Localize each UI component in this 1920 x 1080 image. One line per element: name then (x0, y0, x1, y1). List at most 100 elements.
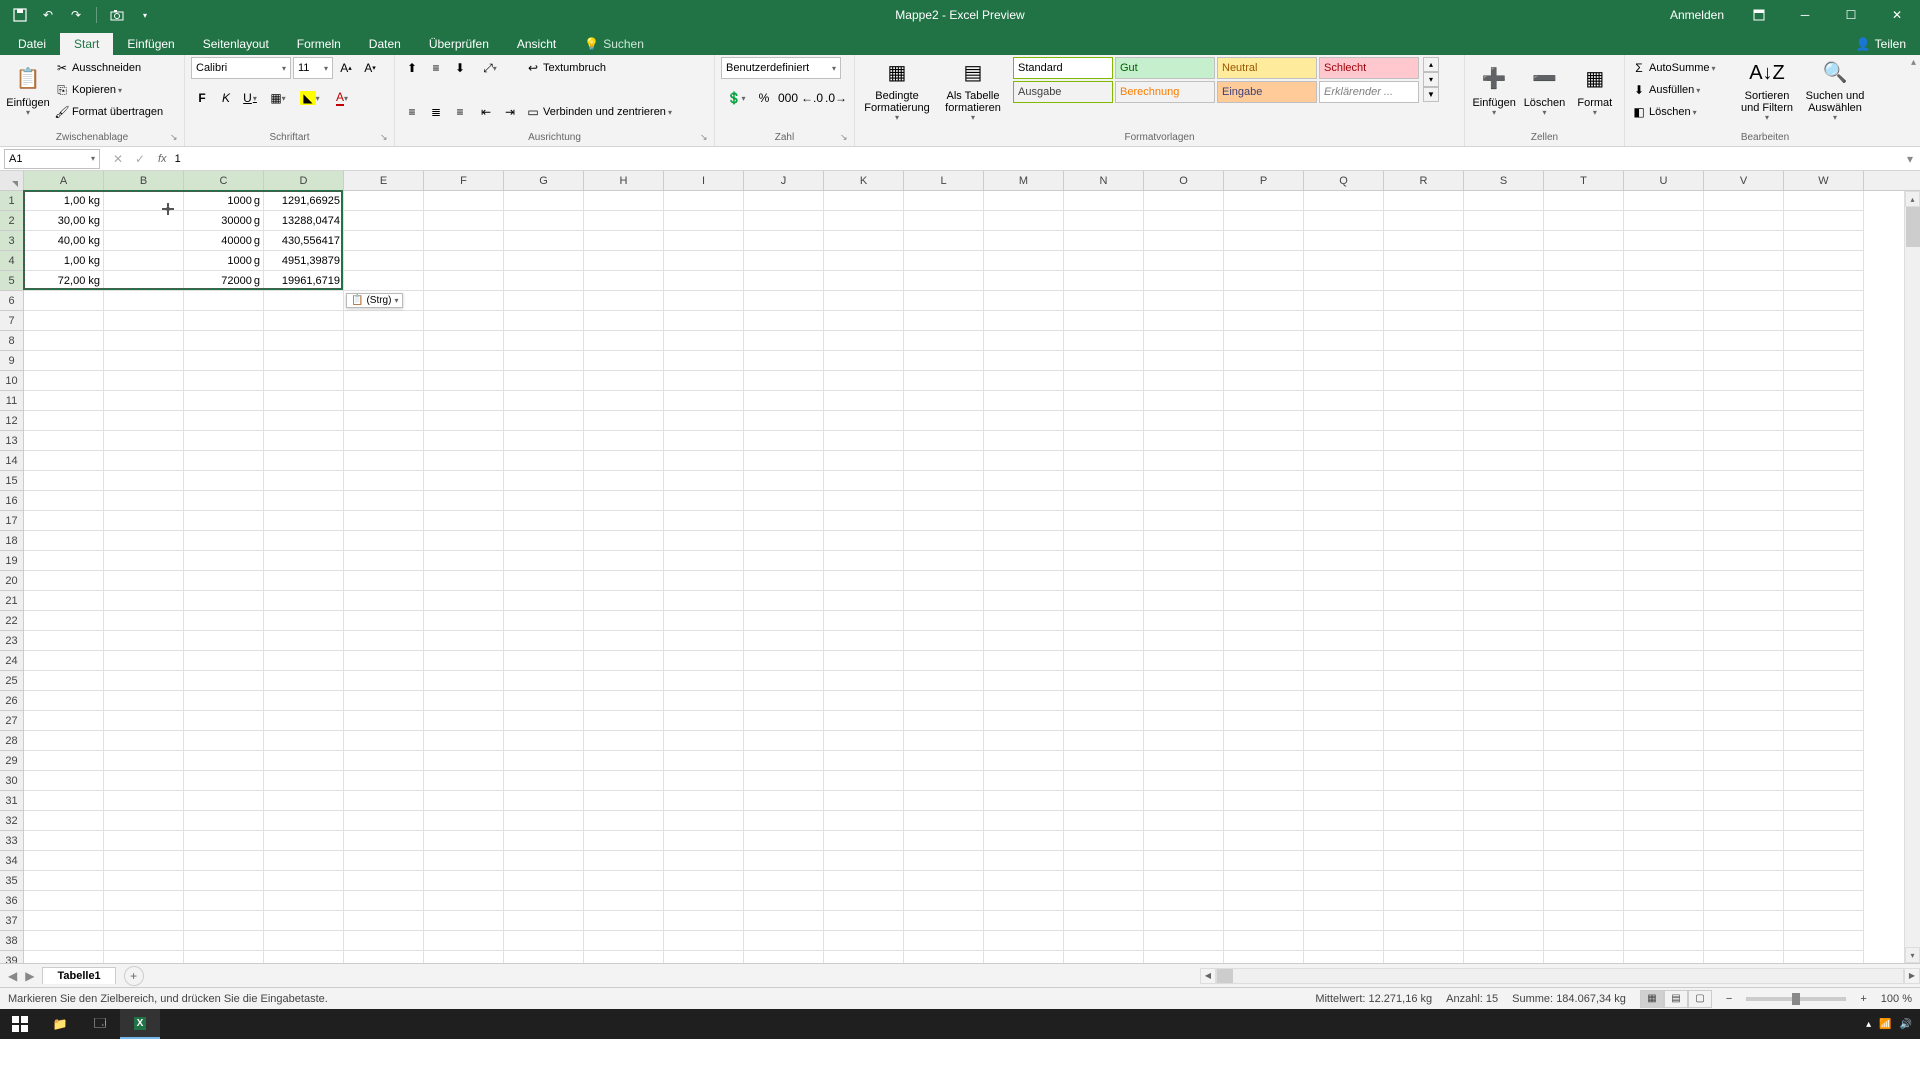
cell[interactable] (264, 651, 344, 671)
cell[interactable] (1704, 831, 1784, 851)
row-header[interactable]: 28 (0, 731, 23, 751)
tab-einfuegen[interactable]: Einfügen (113, 33, 188, 55)
cell[interactable] (664, 511, 744, 531)
cell[interactable] (664, 251, 744, 271)
cell[interactable] (1464, 331, 1544, 351)
cell[interactable] (104, 671, 184, 691)
col-header[interactable]: V (1704, 171, 1784, 190)
cell[interactable] (664, 731, 744, 751)
cell[interactable] (1704, 251, 1784, 271)
cell[interactable] (264, 571, 344, 591)
row-header[interactable]: 6 (0, 291, 23, 311)
cell[interactable] (984, 531, 1064, 551)
cell[interactable] (184, 651, 264, 671)
cell[interactable] (1304, 211, 1384, 231)
cell[interactable] (1224, 911, 1304, 931)
cell[interactable] (1464, 751, 1544, 771)
hscroll-right[interactable]: ▶ (1904, 968, 1920, 984)
align-center-button[interactable]: ≣ (425, 101, 447, 123)
cell[interactable] (424, 871, 504, 891)
cell[interactable] (184, 731, 264, 751)
cell[interactable]: 40000g (184, 231, 264, 251)
cell[interactable] (1304, 511, 1384, 531)
cell[interactable] (1064, 831, 1144, 851)
cell[interactable] (1224, 191, 1304, 211)
cell[interactable]: 1,00 kg (24, 251, 104, 271)
cell[interactable] (1464, 811, 1544, 831)
cell[interactable] (1064, 871, 1144, 891)
cell[interactable] (1064, 551, 1144, 571)
cell[interactable] (1304, 431, 1384, 451)
cell[interactable] (424, 551, 504, 571)
cell[interactable] (344, 311, 424, 331)
cell[interactable] (904, 731, 984, 751)
find-select-button[interactable]: 🔍Suchen und Auswählen▾ (1803, 57, 1867, 123)
cell[interactable] (824, 911, 904, 931)
cell[interactable] (264, 331, 344, 351)
col-header[interactable]: T (1544, 171, 1624, 190)
zoom-slider[interactable] (1746, 997, 1846, 1001)
cell[interactable] (344, 511, 424, 531)
cell[interactable] (1384, 191, 1464, 211)
row-header[interactable]: 27 (0, 711, 23, 731)
cell[interactable] (264, 411, 344, 431)
cell[interactable] (104, 811, 184, 831)
cell[interactable] (1784, 391, 1864, 411)
cell[interactable] (984, 711, 1064, 731)
cell[interactable] (104, 711, 184, 731)
conditional-format-button[interactable]: ▦ Bedingte Formatierung▾ (861, 57, 933, 123)
row-header[interactable]: 25 (0, 671, 23, 691)
cell[interactable] (184, 571, 264, 591)
cell[interactable] (1624, 951, 1704, 963)
cell[interactable] (184, 871, 264, 891)
cell[interactable] (1384, 611, 1464, 631)
cell[interactable] (24, 931, 104, 951)
cell[interactable] (1304, 591, 1384, 611)
cell[interactable] (184, 411, 264, 431)
cell[interactable] (344, 271, 424, 291)
cell[interactable] (664, 411, 744, 431)
cell[interactable] (1224, 731, 1304, 751)
view-page-break-button[interactable]: ▢ (1688, 990, 1712, 1008)
cell[interactable] (1064, 211, 1144, 231)
cell[interactable] (264, 631, 344, 651)
cell[interactable] (664, 911, 744, 931)
cell[interactable] (1464, 651, 1544, 671)
border-button[interactable]: ▦▾ (263, 87, 293, 109)
cell[interactable] (1384, 311, 1464, 331)
cell[interactable] (904, 471, 984, 491)
cell[interactable] (664, 571, 744, 591)
cell[interactable] (1064, 611, 1144, 631)
cell[interactable] (1144, 251, 1224, 271)
hscroll-thumb[interactable] (1217, 969, 1233, 983)
cell[interactable] (104, 631, 184, 651)
cell[interactable] (104, 211, 184, 231)
cell[interactable] (1464, 951, 1544, 963)
cell[interactable] (1784, 351, 1864, 371)
cell[interactable] (1224, 511, 1304, 531)
cell[interactable] (504, 271, 584, 291)
cell[interactable] (824, 931, 904, 951)
row-header[interactable]: 21 (0, 591, 23, 611)
cell[interactable] (904, 671, 984, 691)
cell[interactable] (744, 471, 824, 491)
cell[interactable] (264, 671, 344, 691)
cell[interactable] (424, 291, 504, 311)
cell[interactable] (1304, 751, 1384, 771)
cell[interactable] (1544, 851, 1624, 871)
cell[interactable] (904, 291, 984, 311)
cell[interactable] (744, 331, 824, 351)
cell[interactable] (24, 591, 104, 611)
cell[interactable] (264, 711, 344, 731)
row-header[interactable]: 1 (0, 191, 23, 211)
cell[interactable] (1464, 571, 1544, 591)
tab-formeln[interactable]: Formeln (283, 33, 355, 55)
cell[interactable] (1464, 311, 1544, 331)
cell[interactable] (744, 531, 824, 551)
cell[interactable] (1544, 251, 1624, 271)
cell[interactable] (104, 791, 184, 811)
cell[interactable] (344, 231, 424, 251)
scroll-up-icon[interactable]: ▴ (1905, 191, 1920, 207)
cell[interactable] (1464, 491, 1544, 511)
cell[interactable] (1544, 551, 1624, 571)
